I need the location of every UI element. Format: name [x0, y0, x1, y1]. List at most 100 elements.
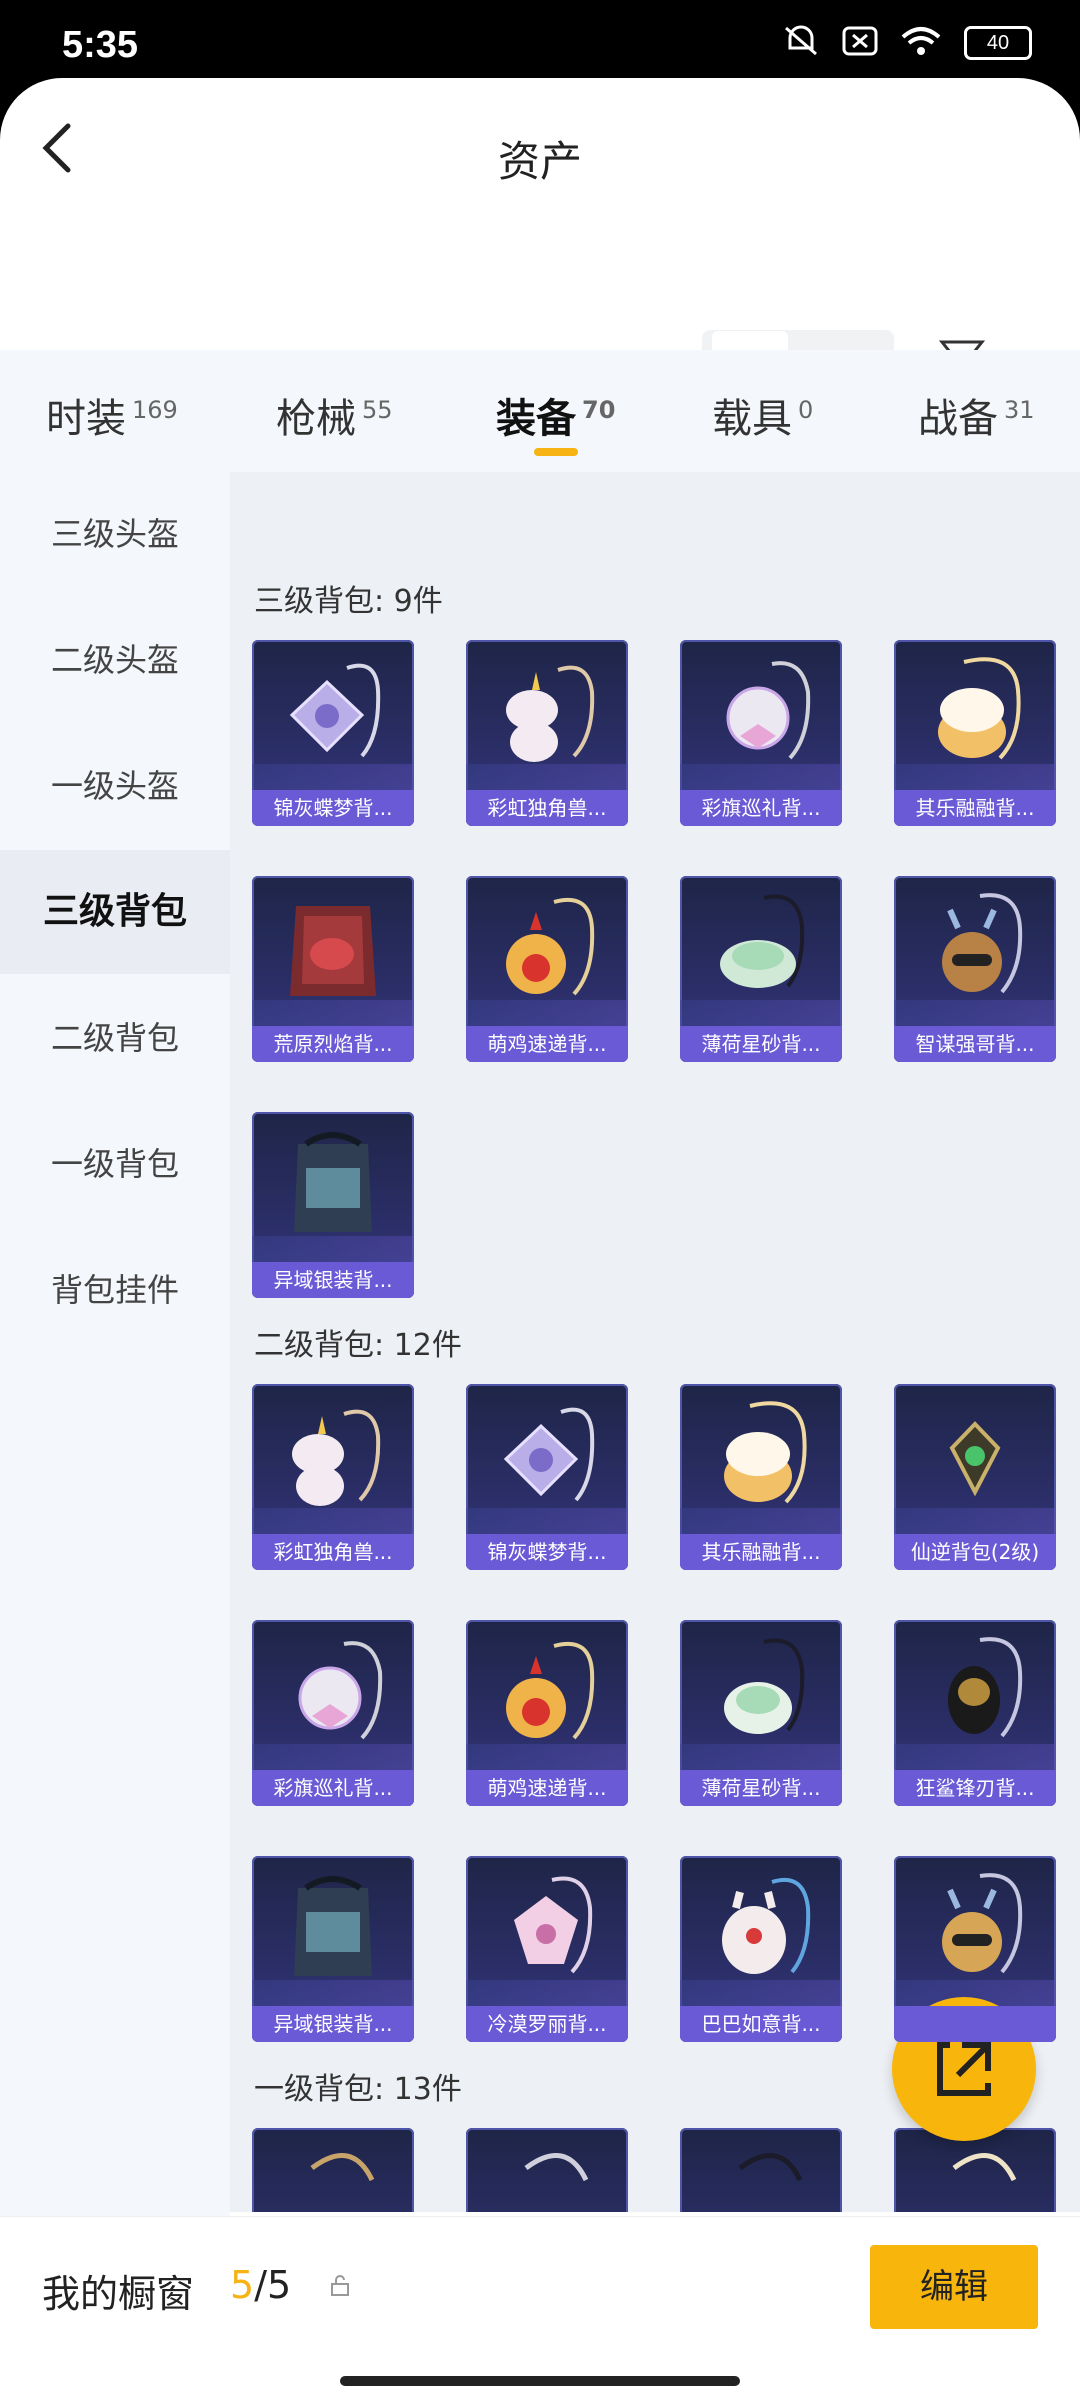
group-title: 三级背包: 9件 — [254, 584, 443, 619]
tab-fashion[interactable]: 时装 169 — [46, 386, 178, 444]
subcategory-sidebar: 三级头盔 二级头盔 一级头盔 三级背包 二级背包 一级背包 背包挂件 — [0, 472, 230, 2242]
tab-label: 时装 — [46, 396, 126, 442]
sidebar-item-backpack-charm[interactable]: 背包挂件 — [0, 1228, 230, 1352]
backpack-icon — [942, 893, 1023, 994]
item-card[interactable] — [680, 2128, 842, 2212]
mute-icon — [782, 24, 820, 62]
lock-icon — [331, 2275, 349, 2296]
item-label: 异域银装背... — [252, 2006, 414, 2042]
status-time: 5:35 — [62, 24, 139, 66]
showcase-count-total: /5 — [254, 2263, 292, 2307]
backpack-icon — [294, 1876, 372, 1976]
backpack-icon — [506, 897, 595, 996]
tab-count: 0 — [798, 395, 814, 424]
tab-count: 31 — [1004, 395, 1035, 424]
tab-count: 55 — [362, 395, 393, 424]
group-title: 一级背包: 13件 — [254, 2072, 462, 2107]
item-card[interactable]: 彩虹独角兽... — [466, 640, 628, 826]
item-card[interactable] — [894, 1856, 1056, 2042]
tab-count: 70 — [582, 395, 616, 424]
tab-label: 装备 — [496, 396, 576, 442]
backpack-icon — [514, 1876, 593, 1974]
tab-vehicles[interactable]: 载具 0 — [712, 386, 813, 444]
showcase-count: 5/5 — [230, 2263, 291, 2307]
sidebar-item-helmet-1[interactable]: 一级头盔 — [0, 724, 230, 848]
item-label: 锦灰蝶梦背... — [252, 790, 414, 826]
item-card[interactable]: 萌鸡速递背... — [466, 1620, 628, 1806]
item-card[interactable]: 锦灰蝶梦背... — [252, 640, 414, 826]
item-label: 彩虹独角兽... — [252, 1534, 414, 1570]
item-label: 彩旗巡礼背... — [680, 790, 842, 826]
item-card[interactable]: 彩旗巡礼背... — [680, 640, 842, 826]
backpack-icon — [738, 2153, 803, 2182]
backpack-icon — [292, 1409, 381, 1506]
item-label: 荒原烈焰背... — [252, 1026, 414, 1062]
backpack-icon — [724, 1401, 807, 1504]
active-tab-indicator — [534, 448, 578, 456]
backpack-icon — [506, 665, 595, 762]
item-card[interactable]: 锦灰蝶梦背... — [466, 1384, 628, 1570]
item-label: 萌鸡速递背... — [466, 1026, 628, 1062]
item-card[interactable]: 彩旗巡礼背... — [252, 1620, 414, 1806]
backpack-icon — [310, 2153, 375, 2182]
item-card[interactable]: 彩虹独角兽... — [252, 1384, 414, 1570]
item-label: 仙逆背包(2级) — [894, 1534, 1056, 1570]
backpack-icon — [290, 906, 376, 996]
category-tabs: 时装 169 枪械 55 装备 70 载具 0 战备 31 — [0, 350, 1080, 472]
item-label: 异域银装背... — [252, 1262, 414, 1298]
item-label: 薄荷星砂背... — [680, 1026, 842, 1062]
sidebar-item-helmet-2[interactable]: 二级头盔 — [0, 598, 230, 722]
sidebar-item-backpack-3[interactable]: 三级背包 — [0, 850, 230, 974]
backpack-icon — [722, 1877, 811, 1974]
status-icons: 40 — [782, 24, 1032, 62]
item-label: 狂鲨锋刃背... — [894, 1770, 1056, 1806]
edit-button[interactable]: 编辑 — [870, 2245, 1038, 2329]
backpack-icon — [726, 661, 811, 760]
status-bar: 5:35 40 — [0, 0, 1080, 84]
item-card[interactable] — [466, 2128, 628, 2212]
item-label: 其乐融融背... — [680, 1534, 842, 1570]
item-label: 彩旗巡礼背... — [252, 1770, 414, 1806]
item-card[interactable]: 荒原烈焰背... — [252, 876, 414, 1062]
home-indicator — [340, 2376, 740, 2386]
tab-label: 战备 — [918, 396, 998, 442]
tab-label: 枪械 — [276, 396, 356, 442]
item-card[interactable]: 萌鸡速递背... — [466, 876, 628, 1062]
backpack-icon — [942, 1873, 1023, 1974]
backpack-icon — [524, 2153, 589, 2182]
item-card[interactable]: 巴巴如意背... — [680, 1856, 842, 2042]
item-card[interactable] — [252, 2128, 414, 2212]
page-title: 资产 — [497, 137, 582, 186]
item-label — [894, 2006, 1056, 2042]
item-card[interactable]: 异域银装背... — [252, 1112, 414, 1298]
item-card[interactable]: 异域银装背... — [252, 1856, 414, 2042]
backpack-icon — [294, 1132, 372, 1232]
sidebar-item-helmet-3[interactable]: 三级头盔 — [0, 472, 230, 596]
item-label: 巴巴如意背... — [680, 2006, 842, 2042]
backpack-icon — [503, 1407, 595, 1502]
backpack-icon — [948, 1637, 1023, 1738]
tab-label: 载具 — [712, 396, 792, 442]
showcase-label: 我的橱窗 — [42, 2272, 195, 2316]
group-title: 二级背包: 12件 — [254, 1328, 462, 1363]
item-card[interactable]: 薄荷星砂背... — [680, 1620, 842, 1806]
item-card[interactable]: 智谋强哥背... — [894, 876, 1056, 1062]
tab-equipment[interactable]: 装备 70 — [496, 386, 616, 456]
tab-guns[interactable]: 枪械 55 — [276, 386, 393, 444]
sim-off-icon — [842, 26, 878, 60]
sidebar-item-backpack-1[interactable]: 一级背包 — [0, 1102, 230, 1226]
sidebar-item-backpack-2[interactable]: 二级背包 — [0, 976, 230, 1100]
item-card[interactable]: 仙逆背包(2级) — [894, 1384, 1056, 1570]
backpack-icon — [506, 1641, 595, 1740]
item-card[interactable]: 狂鲨锋刃背... — [894, 1620, 1056, 1806]
item-card[interactable]: 薄荷星砂背... — [680, 876, 842, 1062]
item-card[interactable]: 其乐融融背... — [894, 640, 1056, 826]
item-label: 冷漠罗丽背... — [466, 2006, 628, 2042]
backpack-icon — [298, 1641, 383, 1740]
tab-count: 169 — [132, 395, 178, 424]
tab-combat-gear[interactable]: 战备 31 — [918, 386, 1035, 444]
item-label: 智谋强哥背... — [894, 1026, 1056, 1062]
item-card[interactable]: 其乐融融背... — [680, 1384, 842, 1570]
item-card[interactable]: 冷漠罗丽背... — [466, 1856, 628, 2042]
item-grid: 三级背包: 9件 锦灰蝶梦背... 彩虹独角兽... 彩旗巡礼背... 其乐融融… — [230, 472, 1080, 2212]
